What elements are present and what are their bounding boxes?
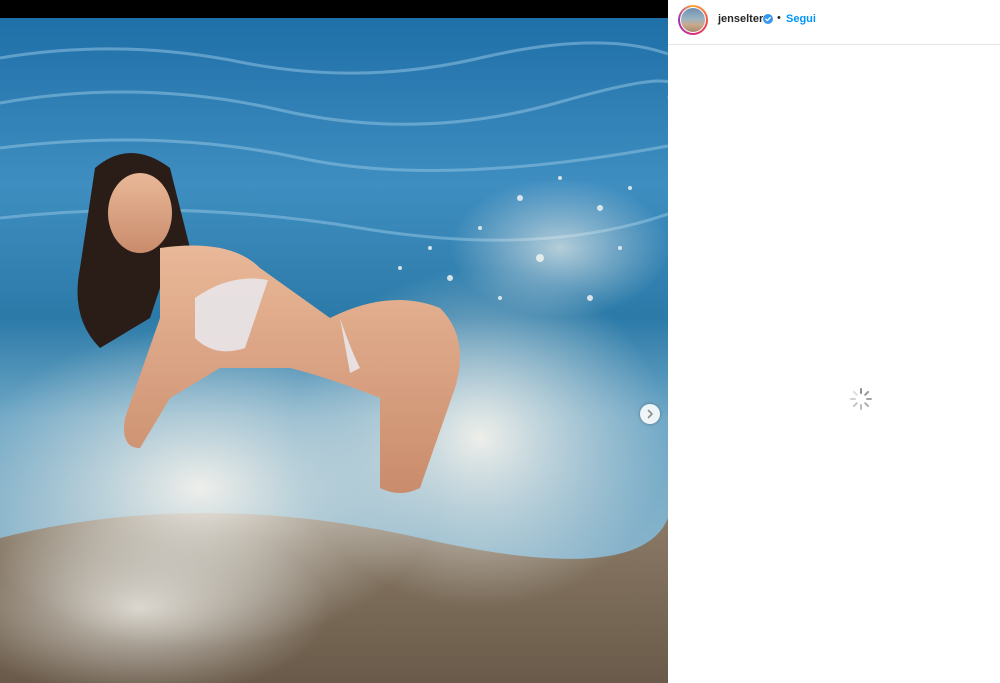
verified-badge-icon: [763, 14, 773, 24]
post-sidebar: jenselter • Segui: [668, 0, 1000, 683]
next-photo-button[interactable]: [640, 404, 660, 424]
avatar-image: [681, 8, 705, 32]
top-black-bar: [0, 0, 668, 18]
loading-spinner-icon: [850, 388, 872, 410]
avatar-story-ring[interactable]: [678, 5, 708, 35]
post-media[interactable]: [0, 18, 668, 683]
header-separator: •: [777, 12, 781, 24]
chevron-right-icon: [647, 409, 653, 419]
username-link[interactable]: jenselter: [718, 13, 763, 25]
post-header: jenselter • Segui: [668, 0, 1000, 45]
avatar[interactable]: [680, 7, 706, 33]
follow-button[interactable]: Segui: [786, 13, 816, 25]
post-photo: [0, 18, 668, 683]
